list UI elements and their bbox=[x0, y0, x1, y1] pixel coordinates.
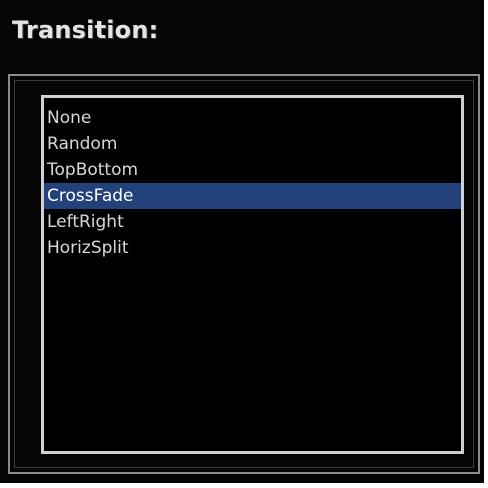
panel-title: Transition: bbox=[12, 16, 159, 44]
list-item-leftright[interactable]: LeftRight bbox=[44, 209, 461, 235]
list-item-horizsplit[interactable]: HorizSplit bbox=[44, 235, 461, 261]
transition-list: None Random TopBottom CrossFade LeftRight Hor… bbox=[44, 105, 461, 261]
list-item-crossfade[interactable]: CrossFade bbox=[44, 183, 461, 209]
transition-listbox[interactable]: None Random TopBottom CrossFade LeftRight Hor… bbox=[41, 95, 464, 454]
list-item-topbottom[interactable]: TopBottom bbox=[44, 157, 461, 183]
list-item-random[interactable]: Random bbox=[44, 131, 461, 157]
list-item-none[interactable]: None bbox=[44, 105, 461, 131]
transition-panel: Transition: None Random TopBottom CrossFade… bbox=[0, 0, 488, 488]
